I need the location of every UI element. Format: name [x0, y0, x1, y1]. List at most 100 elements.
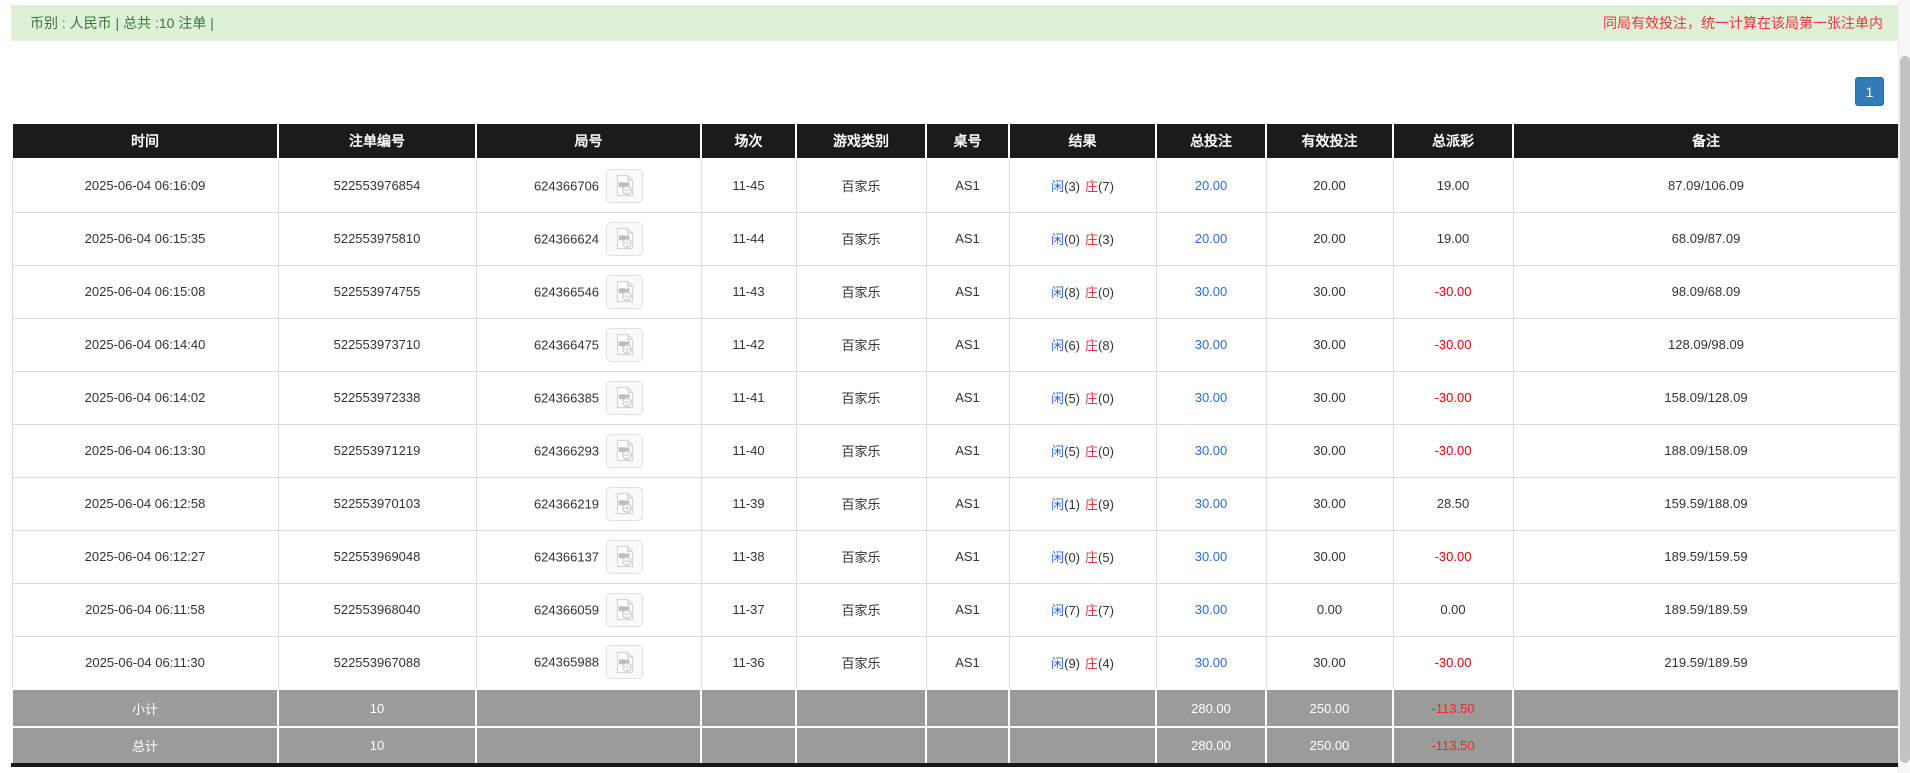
player-score: (6) — [1064, 338, 1080, 353]
banker-score: (5) — [1098, 550, 1114, 565]
bet-time: 2025-06-04 06:14:40 — [12, 318, 278, 371]
result-cell: 闲(6)庄(8) — [1009, 318, 1156, 371]
banker-score: (3) — [1098, 232, 1114, 247]
valid-bet: 30.00 — [1266, 477, 1393, 530]
total-bet-link[interactable]: 30.00 — [1156, 371, 1266, 424]
summary-empty-cell — [701, 727, 796, 765]
summary-row: 小计 10 280.00 250.00 -113.50 — [12, 689, 1899, 727]
video-replay-button[interactable] — [606, 381, 643, 415]
video-replay-button[interactable] — [606, 540, 643, 574]
banker-result: 庄 — [1085, 391, 1098, 406]
payout: 19.00 — [1393, 212, 1513, 265]
summary-remark — [1513, 727, 1899, 765]
video-replay-button[interactable] — [606, 222, 643, 256]
summary-empty-cell — [476, 727, 701, 765]
game-type: 百家乐 — [796, 583, 926, 636]
total-bet-link[interactable]: 30.00 — [1156, 265, 1266, 318]
result-cell: 闲(8)庄(0) — [1009, 265, 1156, 318]
remark: 219.59/189.59 — [1513, 636, 1899, 689]
bet-id: 522553974755 — [278, 265, 476, 318]
table-number: AS1 — [926, 371, 1009, 424]
bet-id: 522553972338 — [278, 371, 476, 424]
col-round-id: 局号 — [476, 123, 701, 159]
banker-score: (0) — [1098, 444, 1114, 459]
table-row: 2025-06-04 06:15:35 522553975810 6243666… — [12, 212, 1899, 265]
video-replay-button[interactable] — [606, 275, 643, 309]
player-result: 闲 — [1051, 603, 1064, 618]
total-bet-link[interactable]: 30.00 — [1156, 318, 1266, 371]
valid-bet: 20.00 — [1266, 212, 1393, 265]
session: 11-40 — [701, 424, 796, 477]
table-row: 2025-06-04 06:11:30 522553967088 6243659… — [12, 636, 1899, 689]
player-result: 闲 — [1051, 179, 1064, 194]
col-bet-id: 注单编号 — [278, 123, 476, 159]
banker-result: 庄 — [1085, 444, 1098, 459]
banker-result: 庄 — [1085, 285, 1098, 300]
table-number: AS1 — [926, 265, 1009, 318]
valid-bet: 30.00 — [1266, 265, 1393, 318]
bet-time: 2025-06-04 06:15:35 — [12, 212, 278, 265]
round-cell: 624366293 — [476, 424, 701, 477]
round-cell: 624365988 — [476, 636, 701, 689]
video-replay-button[interactable] — [606, 593, 643, 627]
total-bet-link[interactable]: 20.00 — [1156, 159, 1266, 212]
pagination: 1 — [1855, 77, 1884, 106]
remark: 188.09/158.09 — [1513, 424, 1899, 477]
round-cell: 624366059 — [476, 583, 701, 636]
payout: -30.00 — [1393, 371, 1513, 424]
summary-empty-cell — [1009, 689, 1156, 727]
video-replay-icon — [614, 492, 635, 515]
total-bet-link[interactable]: 20.00 — [1156, 212, 1266, 265]
bet-time: 2025-06-04 06:15:08 — [12, 265, 278, 318]
summary-row: 总计 10 280.00 250.00 -113.50 — [12, 727, 1899, 765]
scrollbar-thumb[interactable] — [1900, 56, 1910, 763]
player-score: (8) — [1064, 285, 1080, 300]
summary-count: 10 — [278, 727, 476, 765]
bet-time: 2025-06-04 06:14:02 — [12, 371, 278, 424]
result-cell: 闲(3)庄(7) — [1009, 159, 1156, 212]
result-cell: 闲(9)庄(4) — [1009, 636, 1156, 689]
banker-score: (7) — [1098, 179, 1114, 194]
valid-bet: 30.00 — [1266, 636, 1393, 689]
banker-score: (0) — [1098, 285, 1114, 300]
payout: -30.00 — [1393, 530, 1513, 583]
bet-time: 2025-06-04 06:11:30 — [12, 636, 278, 689]
summary-label: 总计 — [12, 727, 278, 765]
game-type: 百家乐 — [796, 636, 926, 689]
video-replay-button[interactable] — [606, 169, 643, 203]
game-type: 百家乐 — [796, 265, 926, 318]
summary-bar: 币别 : 人民币 | 总共 :10 注单 | 同局有效投注，统一计算在该局第一张… — [11, 5, 1899, 41]
summary-valid-bet: 250.00 — [1266, 727, 1393, 765]
col-time: 时间 — [12, 123, 278, 159]
table-number: AS1 — [926, 530, 1009, 583]
remark: 98.09/68.09 — [1513, 265, 1899, 318]
table-row: 2025-06-04 06:14:40 522553973710 6243664… — [12, 318, 1899, 371]
video-replay-button[interactable] — [606, 487, 643, 521]
table-row: 2025-06-04 06:15:08 522553974755 6243665… — [12, 265, 1899, 318]
round-id: 624366706 — [534, 178, 599, 193]
table-number: AS1 — [926, 318, 1009, 371]
video-replay-button[interactable] — [606, 328, 643, 362]
game-type: 百家乐 — [796, 424, 926, 477]
payout: -30.00 — [1393, 424, 1513, 477]
summary-label: 小计 — [12, 689, 278, 727]
banker-score: (4) — [1098, 656, 1114, 671]
video-replay-icon — [614, 386, 635, 409]
video-replay-button[interactable] — [606, 434, 643, 468]
table-row: 2025-06-04 06:12:27 522553969048 6243661… — [12, 530, 1899, 583]
page-1-button[interactable]: 1 — [1855, 77, 1884, 106]
total-bet-link[interactable]: 30.00 — [1156, 424, 1266, 477]
total-bet-link[interactable]: 30.00 — [1156, 583, 1266, 636]
video-replay-button[interactable] — [606, 645, 643, 679]
bet-records-table: 时间注单编号局号场次游戏类别桌号结果总投注有效投注总派彩备注 2025-06-0… — [11, 122, 1900, 767]
banker-score: (0) — [1098, 391, 1114, 406]
table-row: 2025-06-04 06:12:58 522553970103 6243662… — [12, 477, 1899, 530]
total-bet-link[interactable]: 30.00 — [1156, 477, 1266, 530]
session: 11-42 — [701, 318, 796, 371]
total-bet-link[interactable]: 30.00 — [1156, 530, 1266, 583]
total-bet-link[interactable]: 30.00 — [1156, 636, 1266, 689]
round-id: 624365988 — [534, 655, 599, 670]
bet-id: 522553969048 — [278, 530, 476, 583]
game-type: 百家乐 — [796, 371, 926, 424]
round-id: 624366059 — [534, 602, 599, 617]
